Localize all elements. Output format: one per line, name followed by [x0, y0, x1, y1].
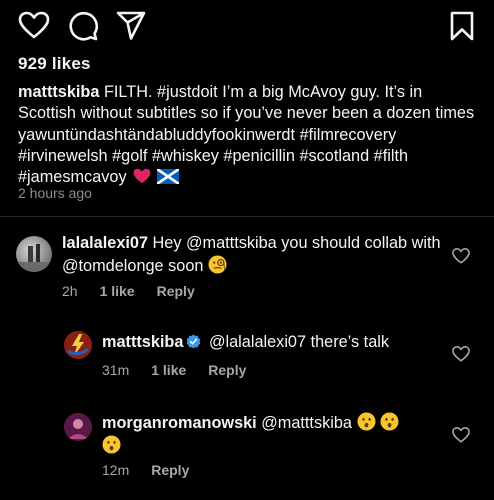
divider: [0, 216, 494, 217]
comment-meta: 31m 1 like Reply: [102, 362, 268, 378]
hushed-face-emoji-icon: [380, 412, 399, 431]
avatar[interactable]: [64, 413, 92, 441]
likes-count[interactable]: 929 likes: [18, 54, 91, 74]
post-caption: matttskiba FILTH. #justdoit I’m a big Mc…: [18, 82, 480, 188]
comment-text: lalalalexi07 Hey @matttskiba you should …: [62, 233, 442, 277]
avatar[interactable]: [16, 236, 52, 272]
comment-likes[interactable]: 1 like: [151, 362, 186, 378]
hushed-face-emoji-icon: [102, 434, 121, 454]
verified-badge-icon: [187, 334, 201, 349]
comment-body: @matttskiba: [256, 414, 357, 432]
reply-button[interactable]: Reply: [157, 283, 195, 299]
comment-time: 12m: [102, 462, 130, 478]
comment-username[interactable]: matttskiba: [102, 333, 183, 351]
heart-icon[interactable]: [452, 247, 470, 265]
scotland-flag-icon: [157, 169, 180, 185]
bookmark-icon[interactable]: [446, 10, 478, 42]
hushed-face-emoji-icon: [356, 412, 376, 431]
comment-text: morganromanowski @matttskiba: [102, 412, 442, 457]
red-heart-emoji-icon: [133, 168, 151, 184]
comment-icon[interactable]: [67, 10, 99, 42]
face-with-monocle-emoji-icon: [208, 254, 227, 274]
heart-icon[interactable]: [18, 10, 50, 42]
comment-body: @lalalalexi07 there’s talk: [204, 333, 390, 351]
heart-icon[interactable]: [452, 345, 470, 363]
comment-time: 31m: [102, 362, 130, 378]
comment-meta: 12m Reply: [102, 462, 211, 478]
post-action-bar: [12, 8, 482, 44]
comment-meta: 2h 1 like Reply: [62, 283, 217, 299]
share-icon[interactable]: [115, 10, 147, 42]
comment-username[interactable]: lalalalexi07: [62, 234, 148, 252]
comment-username[interactable]: morganromanowski: [102, 414, 257, 432]
comment-text: matttskiba @lalalalexi07 there’s talk: [102, 332, 442, 354]
comment-likes[interactable]: 1 like: [100, 283, 135, 299]
avatar[interactable]: [64, 331, 92, 359]
reply-button[interactable]: Reply: [208, 362, 246, 378]
comment-time: 2h: [62, 283, 78, 299]
reply-button[interactable]: Reply: [151, 462, 189, 478]
post-timestamp: 2 hours ago: [18, 185, 92, 201]
caption-username[interactable]: matttskiba: [18, 83, 99, 101]
heart-icon[interactable]: [452, 426, 470, 444]
